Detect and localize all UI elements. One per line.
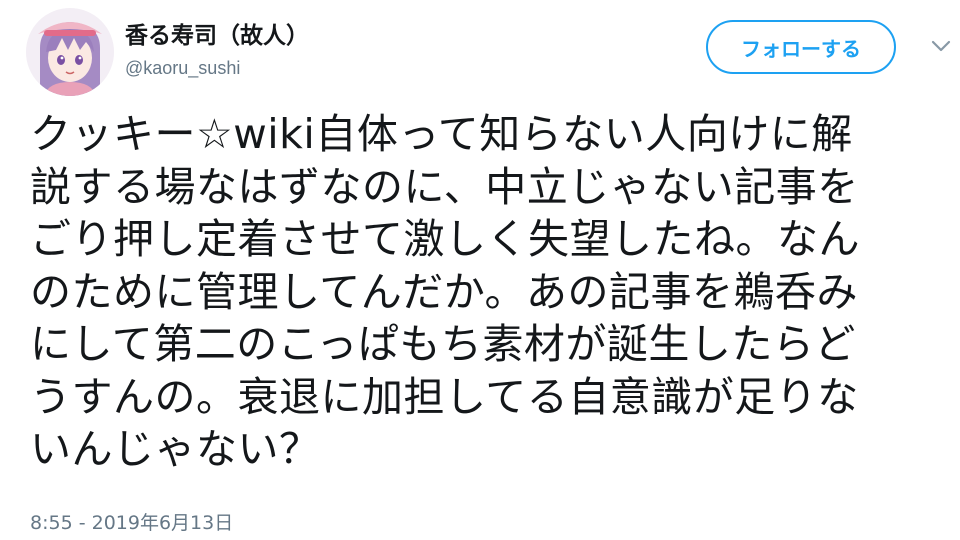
tweet-text-line: クッキー☆wiki自体って知らない人向けに解 (30, 110, 853, 158)
more-options-button[interactable] (930, 38, 952, 54)
tweet-timestamp[interactable]: 8:55 - 2019年6月13日 (30, 508, 233, 535)
tweet-text-line: にして第二のこっぱもち素材が誕生したらど (30, 320, 856, 368)
tweet-text-line: ごり押し定着させて激しく失望したね。なん (30, 215, 860, 263)
user-handle[interactable]: @kaoru_sushi (125, 58, 240, 79)
follow-button[interactable]: フォローする (706, 20, 896, 74)
avatar[interactable] (26, 8, 114, 96)
tweet-text-line: うすんの。衰退に加担してる自意識が足りな (30, 372, 859, 421)
tweet-text-line: 説する場なはずなのに、中立じゃない記事を (30, 162, 859, 211)
display-name[interactable]: 香る寿司（故人） (125, 16, 309, 50)
tweet-text-line: いんじゃない？ (30, 425, 321, 473)
tweet-card: 香る寿司（故人） @kaoru_sushi フォローする クッキー☆wiki自体… (0, 0, 960, 540)
anime-avatar-icon (26, 8, 114, 96)
chevron-down-icon (931, 40, 951, 52)
tweet-text-line: のために管理してんだか。あの記事を鵜呑み (30, 267, 858, 316)
tweet-text: クッキー☆wiki自体って知らない人向けに解 説する場なはずなのに、中立じゃない… (30, 108, 950, 476)
